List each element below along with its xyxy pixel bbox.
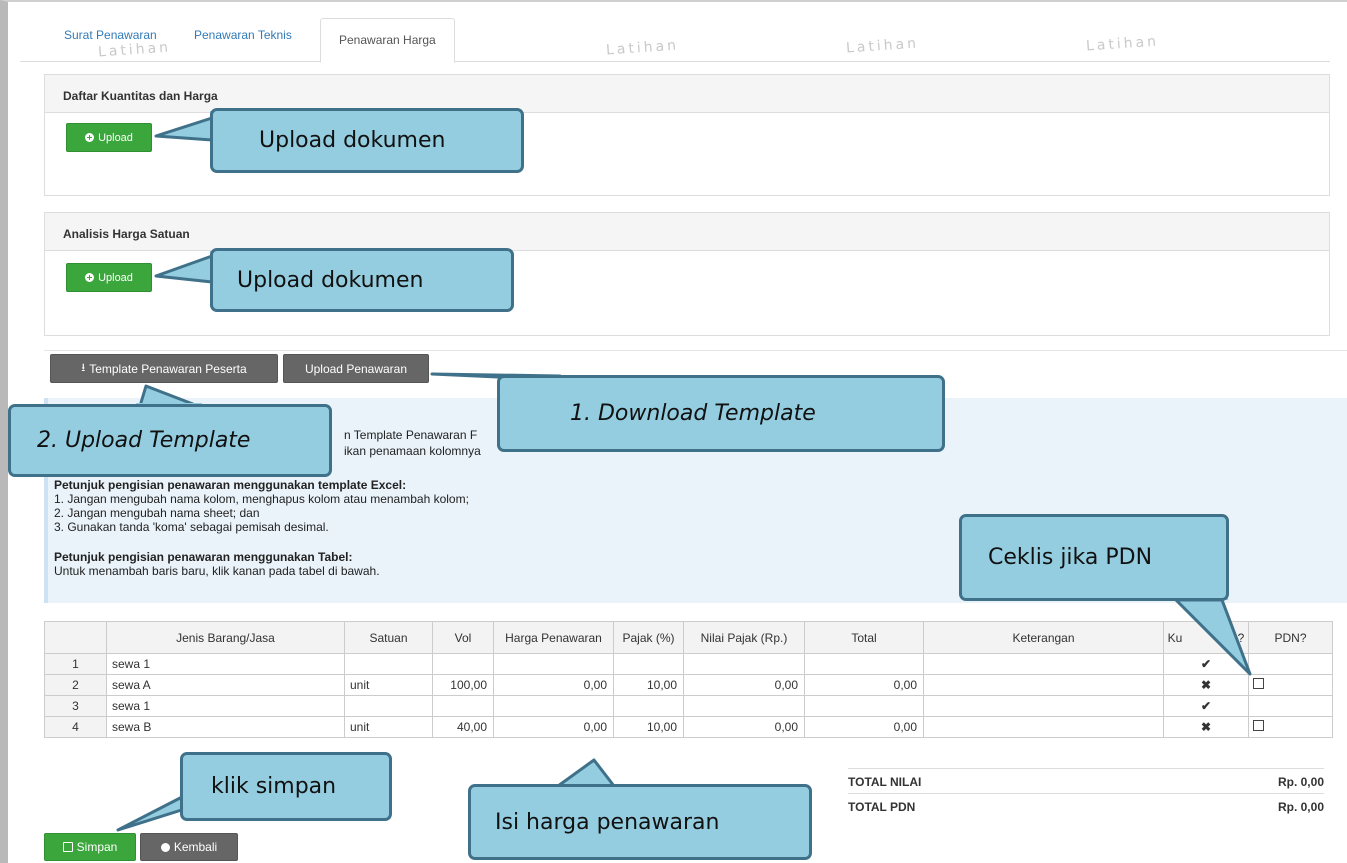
callout-upload-dokumen: Upload dokumen <box>210 108 524 173</box>
callout-download-template: 1. Download Template <box>497 375 945 452</box>
callout-pointer <box>154 254 214 284</box>
callout-upload-dokumen: Upload dokumen <box>210 248 514 312</box>
callout-pointer <box>556 758 616 788</box>
callout-pointer <box>154 116 214 142</box>
callout-klik-simpan: klik simpan <box>180 752 392 821</box>
callout-upload-template: 2. Upload Template <box>8 404 332 477</box>
callout-ceklis-pdn: Ceklis jika PDN <box>959 514 1229 601</box>
callout-pointer <box>1174 598 1252 676</box>
callout-isi-harga: Isi harga penawaran <box>468 784 812 860</box>
